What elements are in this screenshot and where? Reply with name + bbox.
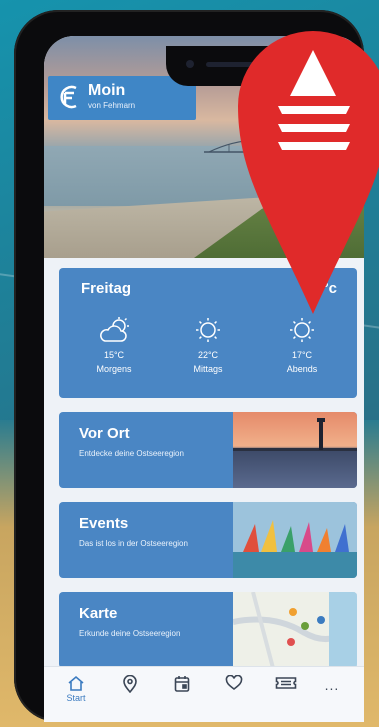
card-karte[interactable]: Karte Erkunde deine Ostseeregion: [59, 592, 357, 668]
weather-day: Freitag: [81, 280, 132, 297]
weather-evening-temp: 17°C: [291, 350, 313, 360]
header-subtitle: von Fehmarn: [88, 101, 136, 110]
tab-calendar[interactable]: [162, 675, 202, 693]
tab-more[interactable]: ...: [312, 675, 352, 693]
bottom-tab-bar: Start ...: [44, 666, 364, 722]
header-title: Moin: [88, 82, 126, 99]
more-icon: ...: [324, 677, 340, 693]
tab-tickets[interactable]: [266, 675, 306, 691]
tab-favorites[interactable]: [214, 675, 254, 691]
map-preview-image: [233, 592, 357, 668]
sun-icon: [196, 318, 220, 342]
weather-noon-temp: 22°C: [197, 350, 219, 360]
card-vor-ort-title: Vor Ort: [79, 425, 130, 442]
phone-camera: [186, 60, 194, 68]
fehmarn-logo-icon: [60, 85, 77, 109]
weather-morning-label: Morgens: [96, 364, 132, 374]
card-events-subtitle: Das ist los in der Ostseeregion: [79, 539, 188, 548]
ticket-icon: [275, 677, 297, 689]
tab-location[interactable]: [110, 675, 150, 693]
red-map-pin-logo: [238, 31, 379, 314]
home-icon: [68, 675, 84, 691]
card-karte-subtitle: Erkunde deine Ostseeregion: [79, 629, 181, 638]
card-vor-ort[interactable]: Vor Ort Entdecke deine Ostseeregion: [59, 412, 357, 488]
calendar-icon: [174, 676, 190, 692]
tab-start-label: Start: [66, 693, 86, 703]
lighthouse-sunset-image: [233, 412, 357, 488]
kite-surf-event-image: [233, 502, 357, 578]
weather-noon-label: Mittags: [193, 364, 223, 374]
cloud-sun-icon: [100, 317, 129, 342]
tab-start[interactable]: Start: [56, 675, 96, 703]
weather-period-morning: 15°C Morgens: [69, 316, 159, 374]
weather-morning-temp: 15°C: [103, 350, 125, 360]
card-events-title: Events: [79, 515, 129, 532]
weather-evening-label: Abends: [286, 364, 318, 374]
card-vor-ort-subtitle: Entdecke deine Ostseeregion: [79, 449, 184, 458]
weather-period-noon: 22°C Mittags: [163, 316, 253, 374]
location-pin-icon: [123, 675, 137, 693]
card-karte-title: Karte: [79, 605, 118, 622]
heart-icon: [225, 675, 243, 691]
card-events[interactable]: Events Das ist los in der Ostseeregion: [59, 502, 357, 578]
weather-period-evening: 17°C Abends: [257, 316, 347, 374]
app-logo-box: Moin von Fehmarn: [48, 76, 196, 120]
